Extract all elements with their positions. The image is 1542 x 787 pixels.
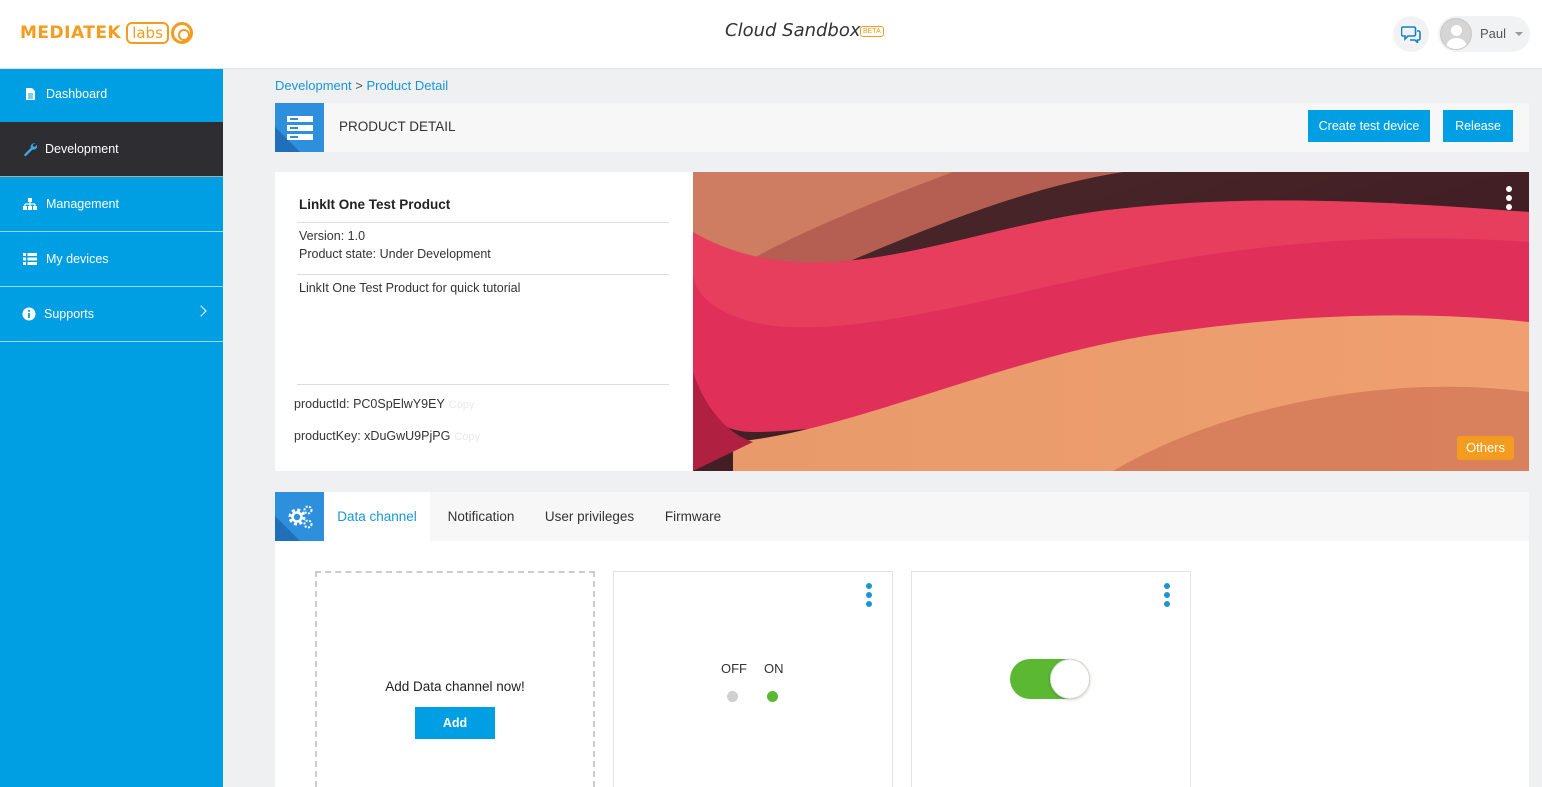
sidebar-item-supports[interactable]: Supports — [0, 287, 223, 342]
add-data-channel-button[interactable]: Add — [415, 707, 495, 739]
chevron-right-icon — [195, 305, 207, 317]
product-key-row: productKey: xDuGwU9PjPG Copy — [294, 429, 480, 443]
wrench-icon — [24, 143, 38, 157]
breadcrumb-current[interactable]: Product Detail — [366, 78, 448, 93]
gears-icon — [275, 492, 324, 541]
add-data-channel-prompt: Add Data channel now! — [385, 679, 525, 694]
more-menu-icon[interactable] — [1164, 583, 1170, 610]
banner-more-menu-icon[interactable] — [1506, 186, 1512, 213]
avatar — [1440, 18, 1472, 50]
page-header-bar: PRODUCT DETAIL Create test device Releas… — [275, 103, 1529, 152]
product-state: Product state: Under Development — [299, 247, 491, 261]
chat-button[interactable] — [1393, 16, 1429, 52]
user-menu-button[interactable]: Paul — [1438, 16, 1530, 52]
product-id: productId: PC0SpElwY9EY — [294, 397, 445, 411]
toggle-knob — [1050, 659, 1090, 699]
tab-firmware[interactable]: Firmware — [655, 492, 731, 541]
logo-text: MEDIATEK — [20, 23, 122, 43]
sidebar: Dashboard Development Management My devi… — [0, 69, 223, 787]
product-banner-image: Others — [693, 172, 1529, 471]
product-id-row: productId: PC0SpElwY9EY Copy — [294, 397, 474, 411]
chat-icon — [1401, 26, 1421, 43]
sidebar-item-label: My devices — [46, 252, 109, 266]
copy-product-id-button[interactable]: Copy — [449, 399, 475, 411]
divider — [297, 384, 669, 385]
sitemap-icon — [23, 198, 37, 210]
list-icon — [23, 253, 37, 265]
on-radio[interactable] — [767, 691, 778, 702]
product-version: Version: 1.0 — [299, 229, 366, 243]
off-label: OFF — [721, 661, 747, 676]
document-icon — [26, 88, 35, 100]
product-info-card: LinkIt One Test Product Version: 1.0 Pro… — [275, 172, 693, 471]
sidebar-item-development[interactable]: Development — [0, 122, 223, 177]
off-radio[interactable] — [727, 691, 738, 702]
mediatek-labs-logo[interactable]: MEDIATEK labs — [20, 20, 193, 46]
top-header: MEDIATEK labs Cloud Sandbox BETA Paul — [0, 0, 1542, 69]
info-icon — [22, 307, 36, 321]
sidebar-item-label: Dashboard — [46, 87, 108, 101]
tab-user-privileges[interactable]: User privileges — [537, 492, 642, 541]
create-test-device-button[interactable]: Create test device — [1308, 110, 1430, 142]
tab-notification[interactable]: Notification — [435, 492, 527, 541]
copy-product-key-button[interactable]: Copy — [454, 431, 480, 443]
product-description: LinkIt One Test Product for quick tutori… — [299, 281, 521, 295]
breadcrumb-separator: > — [355, 78, 363, 93]
app-title: Cloud Sandbox — [725, 20, 861, 41]
user-name: Paul — [1480, 26, 1507, 41]
data-channel-card-switch: OFF ON — [613, 571, 893, 787]
toggle-switch[interactable] — [1010, 659, 1090, 699]
page-title: PRODUCT DETAIL — [339, 119, 456, 134]
product-key: productKey: xDuGwU9PjPG — [294, 429, 451, 443]
tabs-bar: Data channel Notification User privilege… — [275, 492, 1529, 541]
abstract-wave-image — [693, 172, 1529, 471]
sidebar-item-label: Development — [45, 142, 119, 156]
server-icon — [275, 103, 324, 152]
tab-data-channel[interactable]: Data channel — [324, 492, 430, 541]
sidebar-item-dashboard[interactable]: Dashboard — [0, 69, 223, 123]
on-label: ON — [764, 661, 784, 676]
logo-labs-text: labs — [126, 22, 169, 44]
add-data-channel-card: Add Data channel now! Add — [315, 571, 595, 787]
data-channel-card-toggle — [911, 571, 1191, 787]
logo-ring-icon — [170, 22, 193, 44]
divider — [297, 222, 669, 223]
category-badge: Others — [1456, 436, 1514, 460]
product-name: LinkIt One Test Product — [299, 197, 451, 212]
sidebar-item-label: Management — [46, 197, 119, 211]
release-button[interactable]: Release — [1443, 110, 1513, 142]
sidebar-item-my-devices[interactable]: My devices — [0, 232, 223, 287]
chevron-down-icon — [1515, 32, 1523, 36]
breadcrumb: Development > Product Detail — [275, 78, 448, 93]
sidebar-item-management[interactable]: Management — [0, 177, 223, 232]
breadcrumb-development-link[interactable]: Development — [275, 78, 352, 93]
beta-badge: BETA — [860, 26, 884, 37]
more-menu-icon[interactable] — [866, 583, 872, 610]
divider — [297, 274, 669, 275]
sidebar-item-label: Supports — [44, 307, 95, 321]
